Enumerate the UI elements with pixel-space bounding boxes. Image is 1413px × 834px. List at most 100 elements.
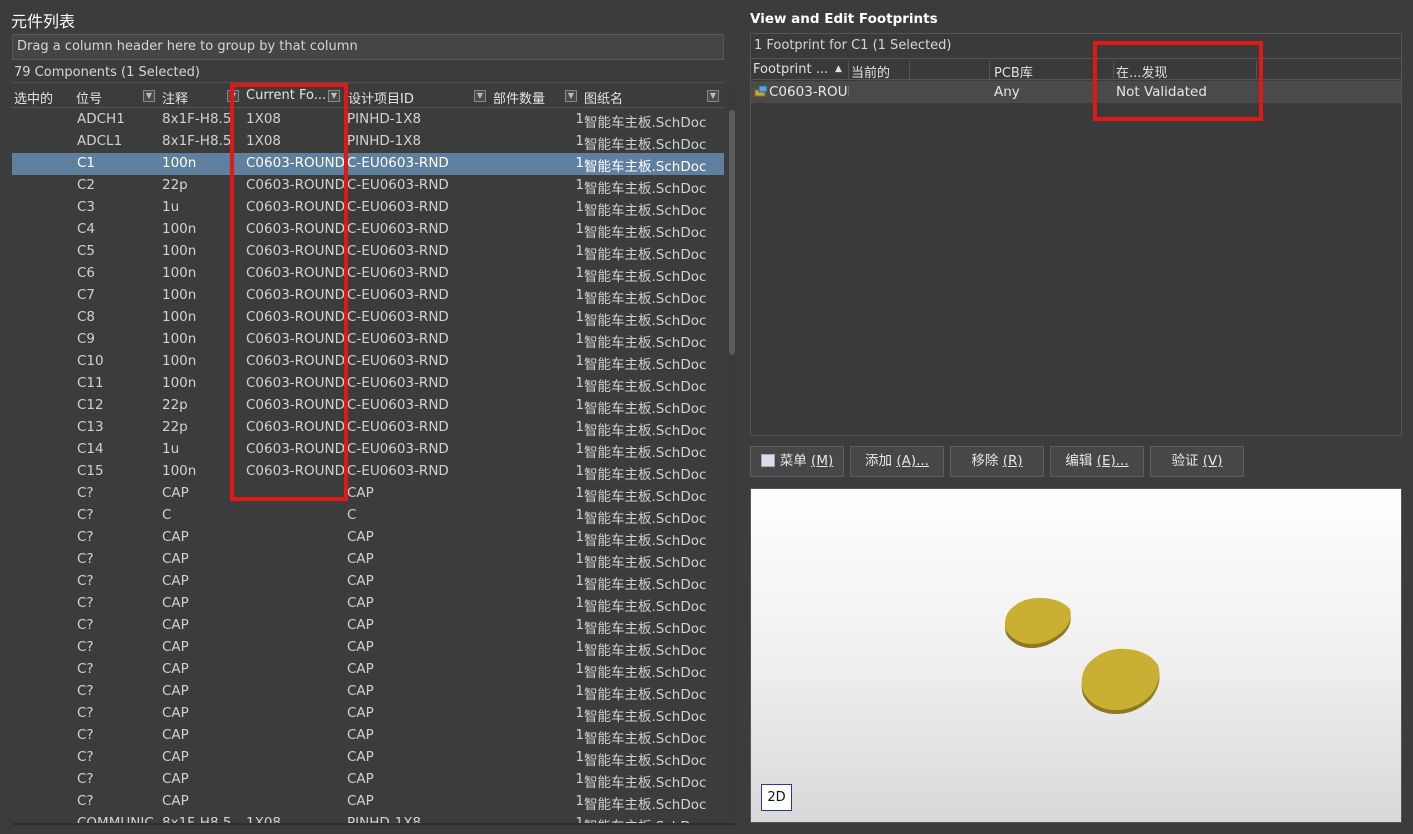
cell-comment: CAP [162,793,189,809]
table-row[interactable]: COMMUNIC 8x1F-H8.5 1X08 PINHD-1X8 1智能车主板.Sch… [12,813,724,823]
cell-comment: 8x1F-H8.5 [162,815,232,823]
scrollbar-thumb[interactable] [729,110,735,355]
table-row[interactable]: C? CAP CAP 1 智能车主板.SchDoc [12,483,724,505]
table-row[interactable]: ADCL1 8x1F-H8.5 1X08 PINHD-1X8 1 智能车主板.SchDoc [12,131,724,153]
table-row[interactable]: C2 22p C0603-ROUND C-EU0603-RND 1 智能车主板.SchDo… [12,175,724,197]
filter-icon[interactable]: ▼ [707,90,719,102]
table-row[interactable]: C? CAP CAP 1 智能车主板.SchDoc [12,549,724,571]
cell-count: 1 [575,375,584,391]
cell-sheet: 智能车主板.SchDoc [584,753,707,769]
cell-designator: C? [77,529,94,545]
cell-sheet: 智能车主板.SchDoc [584,115,707,131]
column-header-sheet[interactable]: 图纸名 [584,88,684,106]
cell-count: 1 [575,265,584,281]
cell-design-id: C [347,507,357,523]
cell-count: 1 [575,287,584,303]
table-row[interactable]: C11 100n C0603-ROUND C-EU0603-RND 1 智能车主板.Sch… [12,373,724,395]
remove-button[interactable]: 移除 (R) [950,446,1044,477]
edit-button[interactable]: 编辑 (E)... [1050,446,1144,477]
cell-sheet: 智能车主板.SchDoc [584,797,707,813]
table-row[interactable]: C? CAP CAP 1 智能车主板.SchDoc [12,527,724,549]
cell-sheet: 智能车主板.SchDoc [584,423,707,439]
cell-designator: C3 [77,199,96,215]
cell-sheet: 智能车主板.SchDoc [584,291,707,307]
table-row[interactable]: C? CAP CAP 1 智能车主板.SchDoc [12,703,724,725]
column-header-design-item-id[interactable]: 设计项目ID [348,88,468,106]
column-header-comment[interactable]: 注释 [162,88,222,106]
remove-button-key: (R) [1002,453,1023,469]
column-header-footprint[interactable]: Footprint ... [753,62,831,77]
cell-comment: 100n [162,265,197,281]
cell-footprint: 1X08 [246,815,282,823]
table-row[interactable]: C5 100n C0603-ROUND C-EU0603-RND 1 智能车主板.SchD… [12,241,724,263]
table-row[interactable]: C8 100n C0603-ROUND C-EU0603-RND 1 智能车主板.SchD… [12,307,724,329]
divider [12,823,738,825]
component-table-header: 选中的 位号 ▼ 注释 ▼ Current Fo... ▼ 设计项目ID ▼ 部… [12,86,724,108]
table-row[interactable]: C? CAP CAP 1 智能车主板.SchDoc [12,659,724,681]
table-row[interactable]: C? C C 1 智能车主板.SchDoc [12,505,724,527]
cell-count: 1 [575,155,584,171]
table-row[interactable]: C3 1u C0603-ROUND C-EU0603-RND 1 智能车主板.SchDoc [12,197,724,219]
cell-comment: 100n [162,221,197,237]
cell-comment: CAP [162,705,189,721]
cell-sheet: 智能车主板.SchDoc [584,577,707,593]
menu-button-label: 菜单 [779,453,807,469]
column-header-current[interactable]: 当前的 [851,62,911,81]
filter-icon[interactable]: ▼ [474,90,486,102]
column-header-selected[interactable]: 选中的 [14,88,72,106]
table-row[interactable]: C14 1u C0603-ROUND C-EU0603-RND 1 智能车主板.SchDo… [12,439,724,461]
table-row[interactable]: ADCH1 8x1F-H8.5 1X08 PINHD-1X8 1 智能车主板.SchDoc [12,109,724,131]
table-row[interactable]: C13 22p C0603-ROUND C-EU0603-RND 1 智能车主板.SchD… [12,417,724,439]
cell-design-id: CAP [347,727,374,743]
table-row[interactable]: C10 100n C0603-ROUND C-EU0603-RND 1 智能车主板.Sch… [12,351,724,373]
cell-designator: C? [77,793,94,809]
cell-sheet: 智能车主板.SchDoc [584,269,707,285]
group-by-drop-area[interactable]: Drag a column header here to group by th… [12,34,724,60]
cell-designator: ADCL1 [77,133,123,149]
table-row[interactable]: C? CAP CAP 1 智能车主板.SchDoc [12,637,724,659]
add-button[interactable]: 添加 (A)... [850,446,944,477]
view-2d-toggle[interactable]: 2D [761,784,792,811]
table-row[interactable]: C? CAP CAP 1 智能车主板.SchDoc [12,615,724,637]
cell-designator: C? [77,573,94,589]
cell-count: 1 [575,397,584,413]
cell-comment: CAP [162,727,189,743]
table-row[interactable]: C6 100n C0603-ROUND C-EU0603-RND 1 智能车主板.SchD… [12,263,724,285]
footprint-list: 1 Footprint for C1 (1 Selected) Footprin… [750,33,1402,436]
cell-comment: CAP [162,551,189,567]
menu-button[interactable]: 菜单 (M) [750,446,844,477]
table-row[interactable]: C? CAP CAP 1 智能车主板.SchDoc [12,769,724,791]
add-button-key: (A)... [896,453,929,469]
cell-sheet: 智能车主板.SchDoc [584,621,707,637]
cell-designator: C? [77,507,94,523]
filter-icon[interactable]: ▼ [565,90,577,102]
table-row[interactable]: C12 22p C0603-ROUND C-EU0603-RND 1 智能车主板.SchD… [12,395,724,417]
cell-design-id: C-EU0603-RND [347,375,449,391]
table-row[interactable]: C15 100n C0603-ROUND C-EU0603-RND 1 智能车主板.Sch… [12,461,724,483]
table-row[interactable]: C7 100n C0603-ROUND C-EU0603-RND 1 智能车主板.SchD… [12,285,724,307]
footprint-row[interactable]: C0603-ROUND Any Not Validated [751,81,1401,103]
column-header-pcb-lib[interactable]: PCB库 [994,62,1054,81]
footprint-3d-preview[interactable]: 2D [750,488,1402,823]
filter-icon[interactable]: ▼ [143,90,155,102]
table-row[interactable]: C? CAP CAP 1 智能车主板.SchDoc [12,725,724,747]
column-header-designator[interactable]: 位号 [76,88,136,106]
table-row[interactable]: C? CAP CAP 1 智能车主板.SchDoc [12,593,724,615]
cell-designator: C? [77,551,94,567]
table-row[interactable]: C? CAP CAP 1 智能车主板.SchDoc [12,791,724,813]
table-row[interactable]: C? CAP CAP 1 智能车主板.SchDoc [12,747,724,769]
table-row[interactable]: C1 100n C0603-ROUND C-EU0603-RND 1 智能车主板.SchD… [12,153,724,175]
pad-left [1005,597,1071,649]
cell-count: 1 [575,793,584,809]
table-row[interactable]: C? CAP CAP 1 智能车主板.SchDoc [12,681,724,703]
validate-button[interactable]: 验证 (V) [1150,446,1244,477]
table-row[interactable]: C4 100n C0603-ROUND C-EU0603-RND 1 智能车主板.SchD… [12,219,724,241]
cell-designator: C6 [77,265,96,281]
menu-button-key: (M) [811,453,834,469]
cell-designator: C15 [77,463,104,479]
cell-designator: C? [77,705,94,721]
table-row[interactable]: C9 100n C0603-ROUND C-EU0603-RND 1 智能车主板.SchD… [12,329,724,351]
table-row[interactable]: C? CAP CAP 1 智能车主板.SchDoc [12,571,724,593]
cell-count: 1 [575,617,584,633]
column-header-part-count[interactable]: 部件数量 [493,88,563,106]
